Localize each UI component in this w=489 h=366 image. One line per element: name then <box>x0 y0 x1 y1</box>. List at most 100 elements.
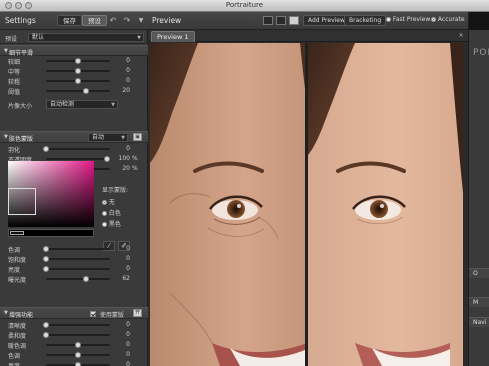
slider-row: 亮度 0 <box>0 264 148 274</box>
redo-icon[interactable]: ↷ <box>122 15 132 26</box>
fast-preview-option[interactable]: Fast Preview <box>386 16 430 23</box>
slider-track[interactable] <box>46 78 110 84</box>
size-select[interactable]: 自动检测 ▼ <box>46 100 118 109</box>
slider-knob[interactable] <box>43 322 49 328</box>
accurate-radio[interactable] <box>431 17 436 22</box>
slider-track[interactable] <box>46 156 111 162</box>
slider-knob[interactable] <box>75 342 81 348</box>
slider-label: 曝光度 <box>8 277 27 284</box>
mask-mode-select[interactable]: 自动 ▼ <box>88 133 128 142</box>
split-view-icon[interactable] <box>276 16 286 25</box>
slider-track[interactable] <box>46 58 110 64</box>
enhance-toggle-button[interactable]: 开 <box>133 309 142 317</box>
output-section-1-label: O <box>473 270 478 277</box>
display-mask-option[interactable]: 黑色 <box>102 219 146 228</box>
slider-row: 中等 0 <box>0 66 148 76</box>
slider-track[interactable] <box>43 256 110 262</box>
save-button[interactable]: 保存 <box>57 15 82 26</box>
close-tab-icon[interactable]: × <box>457 32 465 40</box>
display-mask-radio[interactable] <box>102 222 107 227</box>
slider-track[interactable] <box>43 246 110 252</box>
title-bar: Portraiture <box>0 0 489 12</box>
accurate-option[interactable]: Accurate <box>431 16 465 23</box>
slider-knob[interactable] <box>82 88 89 94</box>
slider-label: 较细 <box>8 59 21 66</box>
slider-knob[interactable] <box>75 58 81 64</box>
slider-value: 0 <box>126 341 130 348</box>
slider-value: 0 <box>126 77 130 84</box>
display-mask-option[interactable]: 无 <box>102 197 146 206</box>
slider-label: 饱和度 <box>8 257 27 264</box>
eyedropper-toggle-button[interactable]: ▣ <box>133 133 142 141</box>
slider-row: 清晰度 0 <box>0 320 148 330</box>
slider-track[interactable] <box>46 342 110 348</box>
slider-label: 阈值 <box>8 89 21 96</box>
use-mask-label: 使用蒙版 <box>99 312 124 319</box>
display-mask-option[interactable]: 白色 <box>102 208 146 217</box>
slider-label: 羽化 <box>8 147 21 154</box>
navigator-section[interactable]: Navi <box>469 317 489 327</box>
slider-knob[interactable] <box>75 68 81 74</box>
preset-button[interactable]: 预设 <box>82 15 107 26</box>
slider-track[interactable] <box>43 332 110 338</box>
fast-preview-radio[interactable] <box>386 17 391 22</box>
color-range-marker[interactable] <box>8 188 36 215</box>
slider-value: 0 <box>126 351 130 358</box>
slider-value: 0 <box>126 321 130 328</box>
chevron-down-icon: ▼ <box>121 135 125 141</box>
preview-image[interactable] <box>150 43 463 366</box>
slider-row: 柔和度 0 <box>0 330 148 340</box>
side-by-side-view-icon[interactable] <box>289 16 299 25</box>
slider-track[interactable] <box>46 68 110 74</box>
settings-title: Settings <box>5 16 36 25</box>
preset-select[interactable]: 默认 ▼ <box>28 33 144 42</box>
menu-arrow-icon[interactable]: ▼ <box>136 15 146 26</box>
slider-knob[interactable] <box>43 266 49 272</box>
slider-track[interactable] <box>46 276 110 282</box>
slider-knob[interactable] <box>43 256 49 262</box>
slider-row: 羽化 0 <box>0 144 148 154</box>
use-mask-checkbox[interactable] <box>90 311 96 317</box>
slider-unit: % <box>132 165 138 172</box>
slider-label: 亮度 <box>8 267 21 274</box>
add-preview-button[interactable]: Add Preview <box>303 15 350 26</box>
display-mask-radio[interactable] <box>102 200 107 205</box>
enhance-section-header[interactable]: ▼ 增强功能 使用蒙版 开 <box>0 307 148 319</box>
skin-color-picker[interactable] <box>8 161 94 227</box>
mask-section-header[interactable]: ▼ 肤色蒙版 自动 ▼ ▣ <box>0 131 148 143</box>
slider-knob[interactable] <box>104 156 111 162</box>
slider-label: 柔和度 <box>8 333 27 340</box>
slider-value: 62 <box>122 275 130 282</box>
display-mask-radio[interactable] <box>102 211 107 216</box>
slider-track[interactable] <box>43 322 110 328</box>
hue-bar[interactable] <box>8 229 94 237</box>
slider-value: 100 <box>118 155 130 162</box>
slider-row: 较细 0 <box>0 56 148 66</box>
output-section-1[interactable]: O <box>469 268 489 278</box>
slider-knob[interactable] <box>75 78 81 84</box>
slider-knob[interactable] <box>75 362 81 366</box>
slider-track[interactable] <box>43 146 110 152</box>
slider-value: 20 <box>122 165 130 172</box>
use-mask-group[interactable]: 使用蒙版 <box>90 310 124 319</box>
undo-icon[interactable]: ↶ <box>108 15 118 26</box>
output-section-2[interactable]: M <box>469 297 489 307</box>
slider-knob[interactable] <box>75 352 81 358</box>
slider-knob[interactable] <box>43 246 49 252</box>
slider-knob[interactable] <box>43 332 49 338</box>
tab-preview-1[interactable]: Preview 1 <box>151 31 195 42</box>
settings-toolbar: Settings 保存 预设 ↶ ↷ ▼ <box>0 12 148 30</box>
chevron-down-icon: ▼ <box>111 102 115 108</box>
slider-label: 色调 <box>8 353 21 360</box>
slider-track[interactable] <box>46 352 110 358</box>
collapse-triangle-icon: ▼ <box>4 310 8 316</box>
detail-section-header[interactable]: ▼ 细节平滑 <box>0 45 148 57</box>
slider-track[interactable] <box>43 266 110 272</box>
slider-track[interactable] <box>46 88 110 94</box>
single-view-icon[interactable] <box>263 16 273 25</box>
slider-knob[interactable] <box>82 276 89 282</box>
bracketing-button[interactable]: Bracketing <box>344 15 387 26</box>
display-mask-option-label: 白色 <box>108 210 121 217</box>
slider-knob[interactable] <box>43 146 49 152</box>
slider-value: 0 <box>126 255 130 262</box>
